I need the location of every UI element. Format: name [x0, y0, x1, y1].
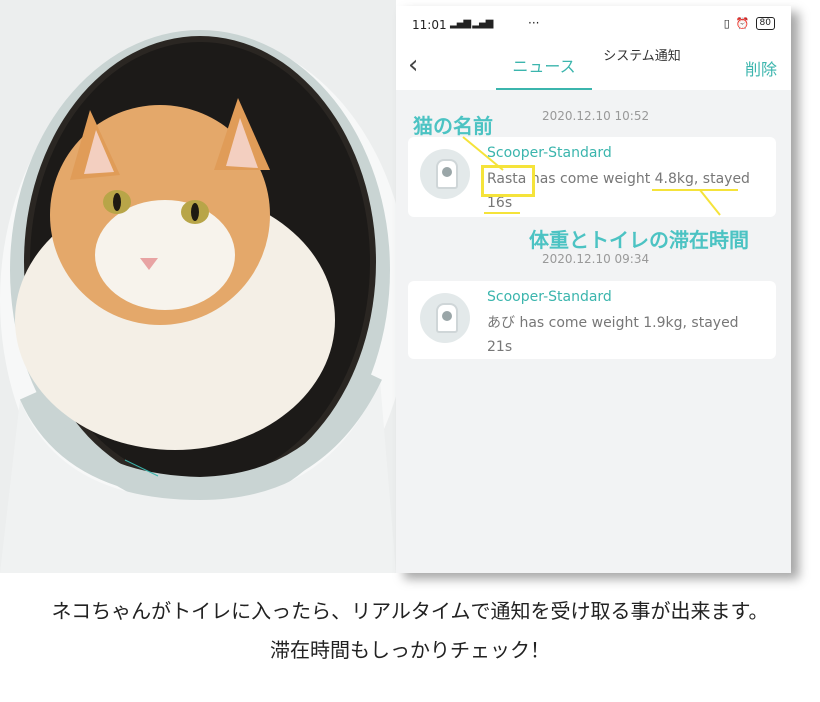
caption-line-2: 滞在時間もしっかりチェック！: [270, 638, 550, 662]
annotation-weight-stay: 体重とトイレの滞在時間: [529, 228, 749, 252]
weight-underline: [652, 189, 738, 191]
caption-line-1: ネコちゃんがトイレに入ったら、リアルタイムで通知を受け取る事が出来ます。: [51, 599, 769, 623]
duration-underline: [484, 212, 520, 214]
cat-name-highlight: [481, 165, 535, 197]
